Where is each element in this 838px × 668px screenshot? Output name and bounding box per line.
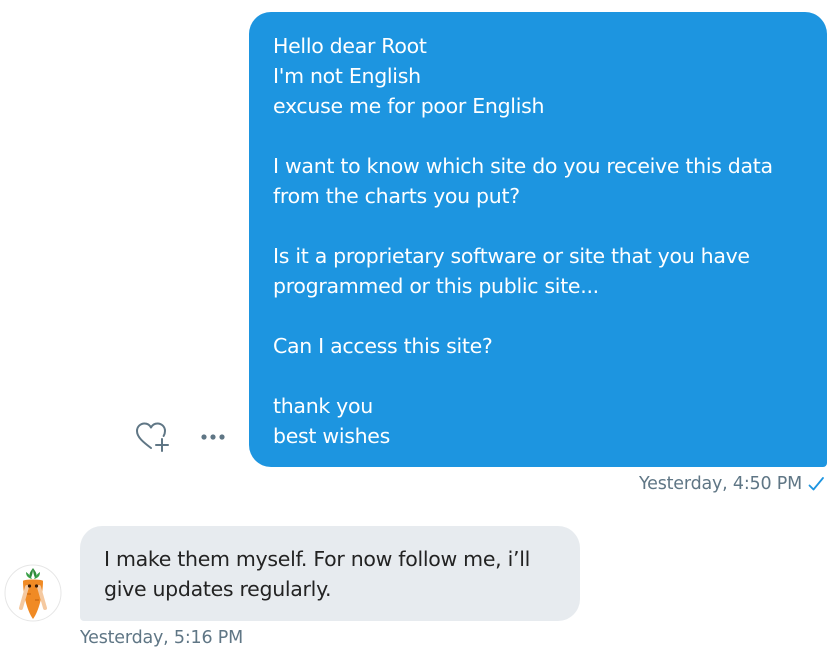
message-line: Hello dear Root xyxy=(273,34,427,58)
add-reaction-button[interactable] xyxy=(134,420,172,454)
message-line: give updates regularly. xyxy=(104,577,332,601)
carrot-avatar-icon xyxy=(4,564,62,622)
message-line: I'm not English xyxy=(273,64,421,88)
message-line: best wishes xyxy=(273,424,390,448)
message-line xyxy=(273,121,803,151)
message-line: Is it a proprietary software or site tha… xyxy=(273,244,750,268)
heart-plus-icon xyxy=(136,422,169,452)
message-line: thank you xyxy=(273,394,373,418)
sent-message-bubble[interactable]: Hello dear Root I'm not English excuse m… xyxy=(249,12,827,467)
message-line: programmed or this public site... xyxy=(273,274,599,298)
message-line: excuse me for poor English xyxy=(273,94,545,118)
message-line xyxy=(273,211,803,241)
message-line: from the charts you put? xyxy=(273,184,520,208)
message-line: I want to know which site do you receive… xyxy=(273,154,773,178)
more-options-button[interactable] xyxy=(197,425,231,449)
message-line: I make them myself. For now follow me, i… xyxy=(104,547,530,571)
received-message-meta: Yesterday, 5:16 PM xyxy=(80,625,243,651)
more-horizontal-icon xyxy=(201,434,225,440)
sent-message-meta: Yesterday, 4:50 PM xyxy=(639,470,825,498)
sent-timestamp: Yesterday, 4:50 PM xyxy=(639,474,802,494)
check-icon xyxy=(808,477,824,491)
received-message-bubble[interactable]: I make them myself. For now follow me, i… xyxy=(80,526,580,621)
message-line xyxy=(273,301,803,331)
received-timestamp: Yesterday, 5:16 PM xyxy=(80,628,243,648)
message-line xyxy=(273,361,803,391)
message-line: Can I access this site? xyxy=(273,334,493,358)
avatar[interactable] xyxy=(4,564,62,622)
